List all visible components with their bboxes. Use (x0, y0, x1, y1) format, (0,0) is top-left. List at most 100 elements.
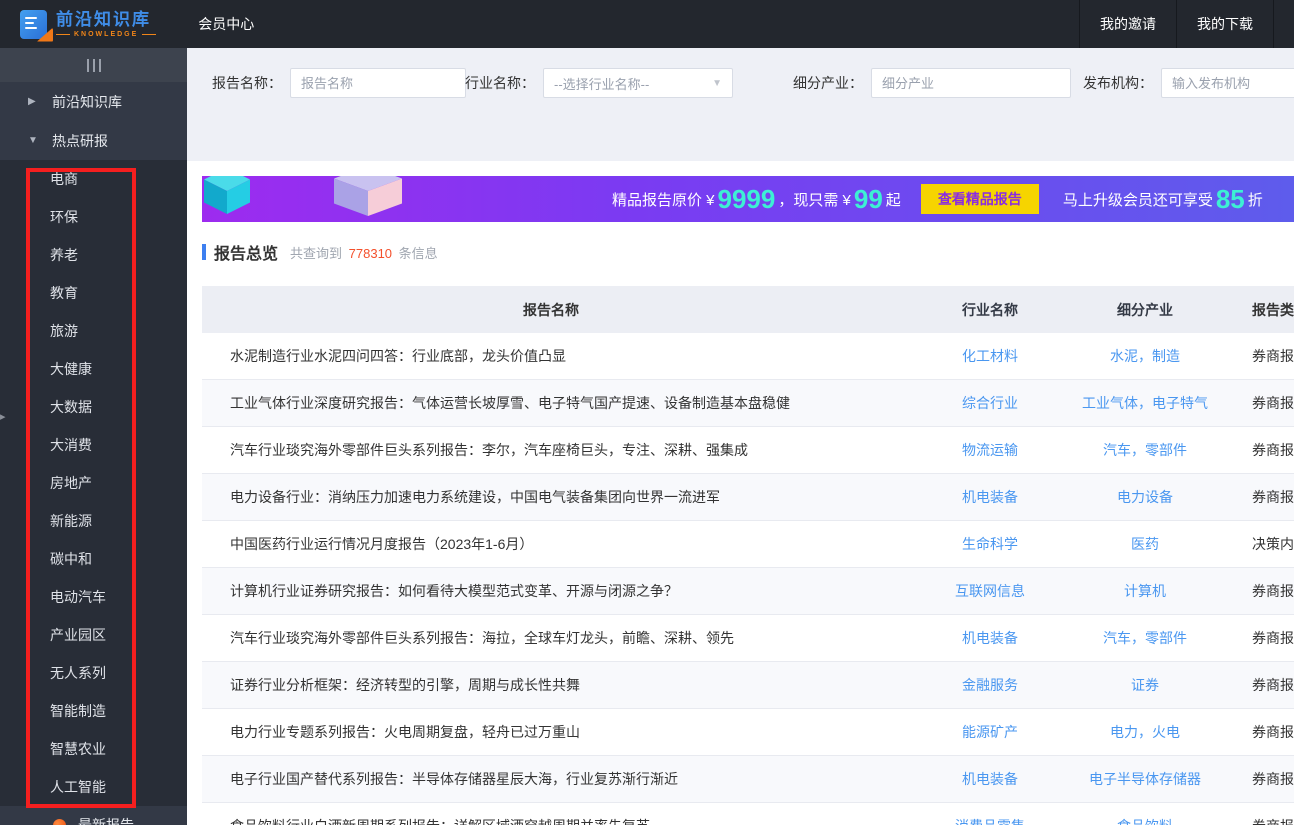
submenu-item[interactable]: 智慧农业 (0, 730, 187, 768)
industry-link[interactable]: 金融服务 (900, 675, 1080, 695)
table-body: 水泥制造行业水泥四问四答：行业底部，龙头价值凸显 化工材料 水泥，制造 券商报告… (202, 333, 1294, 825)
table-row[interactable]: 电力设备行业：消纳压力加速电力系统建设，中国电气装备集团向世界一流进军 机电装备… (202, 474, 1294, 521)
publisher-input[interactable] (1161, 68, 1294, 98)
count-suffix: 条信息 (398, 245, 438, 261)
banner-new-price: 99 (853, 184, 883, 214)
table-row[interactable]: 水泥制造行业水泥四问四答：行业底部，龙头价值凸显 化工材料 水泥，制造 券商报告 (202, 333, 1294, 380)
industry-link[interactable]: 互联网信息 (900, 581, 1080, 601)
report-type-cell: 决策内参 (1252, 536, 1294, 552)
table-row[interactable]: 汽车行业琰究海外零部件巨头系列报告：海拉，全球车灯龙头，前瞻、深耕、领先 机电装… (202, 615, 1294, 662)
table-row[interactable]: 电力行业专题系列报告：火电周期复盘，轻舟已过万重山 能源矿产 电力，火电 券商报… (202, 709, 1294, 756)
sidebar-item-latest-reports[interactable]: 最新报告 (0, 806, 187, 825)
submenu-item[interactable]: 智能制造 (0, 692, 187, 730)
sidebar-collapse-toggle[interactable] (0, 48, 187, 82)
banner-text-3: 起 (885, 191, 901, 209)
sub-industry-link[interactable]: 食品饮料 (1080, 816, 1210, 825)
sub-industry-link[interactable]: 汽车，零部件 (1080, 440, 1210, 460)
table-row[interactable]: 中国医药行业运行情况月度报告（2023年1-6月） 生命科学 医药 决策内参 (202, 521, 1294, 568)
filter-sub-industry: 细分产业： (793, 68, 1071, 98)
report-type-cell: 券商报告 (1252, 583, 1294, 599)
submenu-item[interactable]: 碳中和 (0, 540, 187, 578)
sub-industry-link[interactable]: 电力，火电 (1080, 722, 1210, 742)
sub-industry-link[interactable]: 汽车，零部件 (1080, 628, 1210, 648)
submenu-item[interactable]: 新能源 (0, 502, 187, 540)
promo-banner[interactable]: 精品报告原价 ¥ 9999 ，现只需 ¥ 99 起 查看精品报告 马上升级会员还… (202, 176, 1294, 222)
submenu-item[interactable]: 大消费 (0, 426, 187, 464)
latest-reports-label: 最新报告 (78, 817, 134, 825)
chevron-down-icon: ▼ (28, 135, 38, 146)
sub-industry-input[interactable] (871, 68, 1071, 98)
industry-link[interactable]: 物流运输 (900, 440, 1080, 460)
industry-link[interactable]: 机电装备 (900, 487, 1080, 507)
submenu-item[interactable]: 旅游 (0, 312, 187, 350)
industry-link[interactable]: 机电装备 (900, 628, 1080, 648)
report-name-cell: 食品饮料行业白酒新周期系列报告：详解区域酒穿越周期并率先复苏 (202, 816, 900, 825)
panel-collapse-handle[interactable]: ▸ (0, 410, 6, 423)
sidebar-parent-label: 前沿知识库 (52, 93, 122, 110)
table-row[interactable]: 食品饮料行业白酒新周期系列报告：详解区域酒穿越周期并率先复苏 消费品零售 食品饮… (202, 803, 1294, 825)
banner-text: 精品报告原价 ¥ 9999 ，现只需 ¥ 99 起 查看精品报告 马上升级会员还… (612, 176, 1263, 222)
industry-link[interactable]: 化工材料 (900, 346, 1080, 366)
logo-subtitle: KNOWLEDGE (56, 31, 156, 38)
nav-member-center[interactable]: 会员中心 (198, 14, 254, 34)
report-name-cell: 电力行业专题系列报告：火电周期复盘，轻舟已过万重山 (230, 724, 580, 740)
app-logo[interactable]: 前沿知识库 KNOWLEDGE (20, 9, 156, 42)
logo-swoosh-icon (37, 27, 53, 42)
sidebar-parent-label: 热点研报 (52, 132, 108, 149)
industry-select-value: --选择行业名称-- (554, 76, 650, 92)
sub-industry-link[interactable]: 工业气体，电子特气 (1080, 393, 1210, 413)
filter-publisher: 发布机构： (1083, 68, 1294, 98)
result-count-text: 共查询到 778310 条信息 (290, 243, 438, 262)
industry-select[interactable]: --选择行业名称-- ▼ (543, 68, 733, 98)
sidebar-item-hot-reports[interactable]: ▼ 热点研报 (0, 121, 187, 160)
submenu-item[interactable]: 大数据 (0, 388, 187, 426)
header-industry: 行业名称 (962, 301, 1018, 318)
submenu-item[interactable]: 环保 (0, 198, 187, 236)
submenu-item[interactable]: 人工智能 (0, 768, 187, 806)
sub-industry-link[interactable]: 电力设备 (1080, 487, 1210, 507)
table-row[interactable]: 证券行业分析框架：经济转型的引擎，周期与成长性共舞 金融服务 证券 券商报告 (202, 662, 1294, 709)
view-premium-reports-button[interactable]: 查看精品报告 (920, 184, 1039, 214)
report-name-input[interactable] (290, 68, 466, 98)
industry-link[interactable]: 消费品零售 (900, 816, 1080, 825)
submenu-item[interactable]: 大健康 (0, 350, 187, 388)
sub-industry-link[interactable]: 证券 (1080, 675, 1210, 695)
nav-my-invites[interactable]: 我的邀请 (1079, 0, 1176, 48)
cube-decoration-icon (334, 176, 402, 216)
report-overview-header: 报告总览 共查询到 778310 条信息 (202, 240, 438, 264)
banner-old-price: 9999 (717, 184, 776, 214)
industry-link[interactable]: 能源矿产 (900, 722, 1080, 742)
report-name-cell: 水泥制造行业水泥四问四答：行业底部，龙头价值凸显 (230, 348, 566, 364)
submenu-item[interactable]: 产业园区 (0, 616, 187, 654)
table-row[interactable]: 计算机行业证券研究报告：如何看待大模型范式变革、开源与闭源之争？ 互联网信息 计… (202, 568, 1294, 615)
industry-link[interactable]: 综合行业 (900, 393, 1080, 413)
nav-my-more[interactable]: 我 (1273, 0, 1294, 48)
submenu-item[interactable]: 电动汽车 (0, 578, 187, 616)
report-name-cell: 电子行业国产替代系列报告：半导体存储器星辰大海，行业复苏渐行渐近 (230, 771, 678, 787)
logo-book-icon (20, 9, 53, 42)
industry-link[interactable]: 生命科学 (900, 534, 1080, 554)
industry-link[interactable]: 机电装备 (900, 769, 1080, 789)
filter-panel: 报告名称： 行业名称： --选择行业名称-- ▼ 细分产业： 发布机构： (187, 48, 1294, 161)
sub-industry-link[interactable]: 医药 (1080, 534, 1210, 554)
submenu-item[interactable]: 养老 (0, 236, 187, 274)
sub-industry-link[interactable]: 计算机 (1080, 581, 1210, 601)
table-header-row: 报告名称 行业名称 细分产业 报告类型 (202, 286, 1294, 333)
logo-title: 前沿知识库 (56, 9, 151, 29)
header-sub-industry: 细分产业 (1117, 301, 1173, 318)
submenu-item[interactable]: 无人系列 (0, 654, 187, 692)
sidebar-item-knowledge-base[interactable]: ▶ 前沿知识库 (0, 82, 187, 121)
banner-discount: 85 (1215, 184, 1245, 214)
table-row[interactable]: 工业气体行业深度研究报告：气体运营长坡厚雪、电子特气国产提速、设备制造基本盘稳健… (202, 380, 1294, 427)
sub-industry-link[interactable]: 电子半导体存储器 (1080, 769, 1210, 789)
report-type-cell: 券商报告 (1252, 395, 1294, 411)
table-row[interactable]: 电子行业国产替代系列报告：半导体存储器星辰大海，行业复苏渐行渐近 机电装备 电子… (202, 756, 1294, 803)
table-row[interactable]: 汽车行业琰究海外零部件巨头系列报告：李尔，汽车座椅巨头，专注、深耕、强集成 物流… (202, 427, 1294, 474)
submenu-item[interactable]: 教育 (0, 274, 187, 312)
submenu-item[interactable]: 房地产 (0, 464, 187, 502)
submenu-item[interactable]: 电商 (0, 160, 187, 198)
banner-text-1: 精品报告原价 ¥ (612, 191, 715, 209)
sub-industry-label: 细分产业： (793, 75, 863, 91)
sub-industry-link[interactable]: 水泥，制造 (1080, 346, 1210, 366)
nav-my-downloads[interactable]: 我的下载 (1176, 0, 1273, 48)
